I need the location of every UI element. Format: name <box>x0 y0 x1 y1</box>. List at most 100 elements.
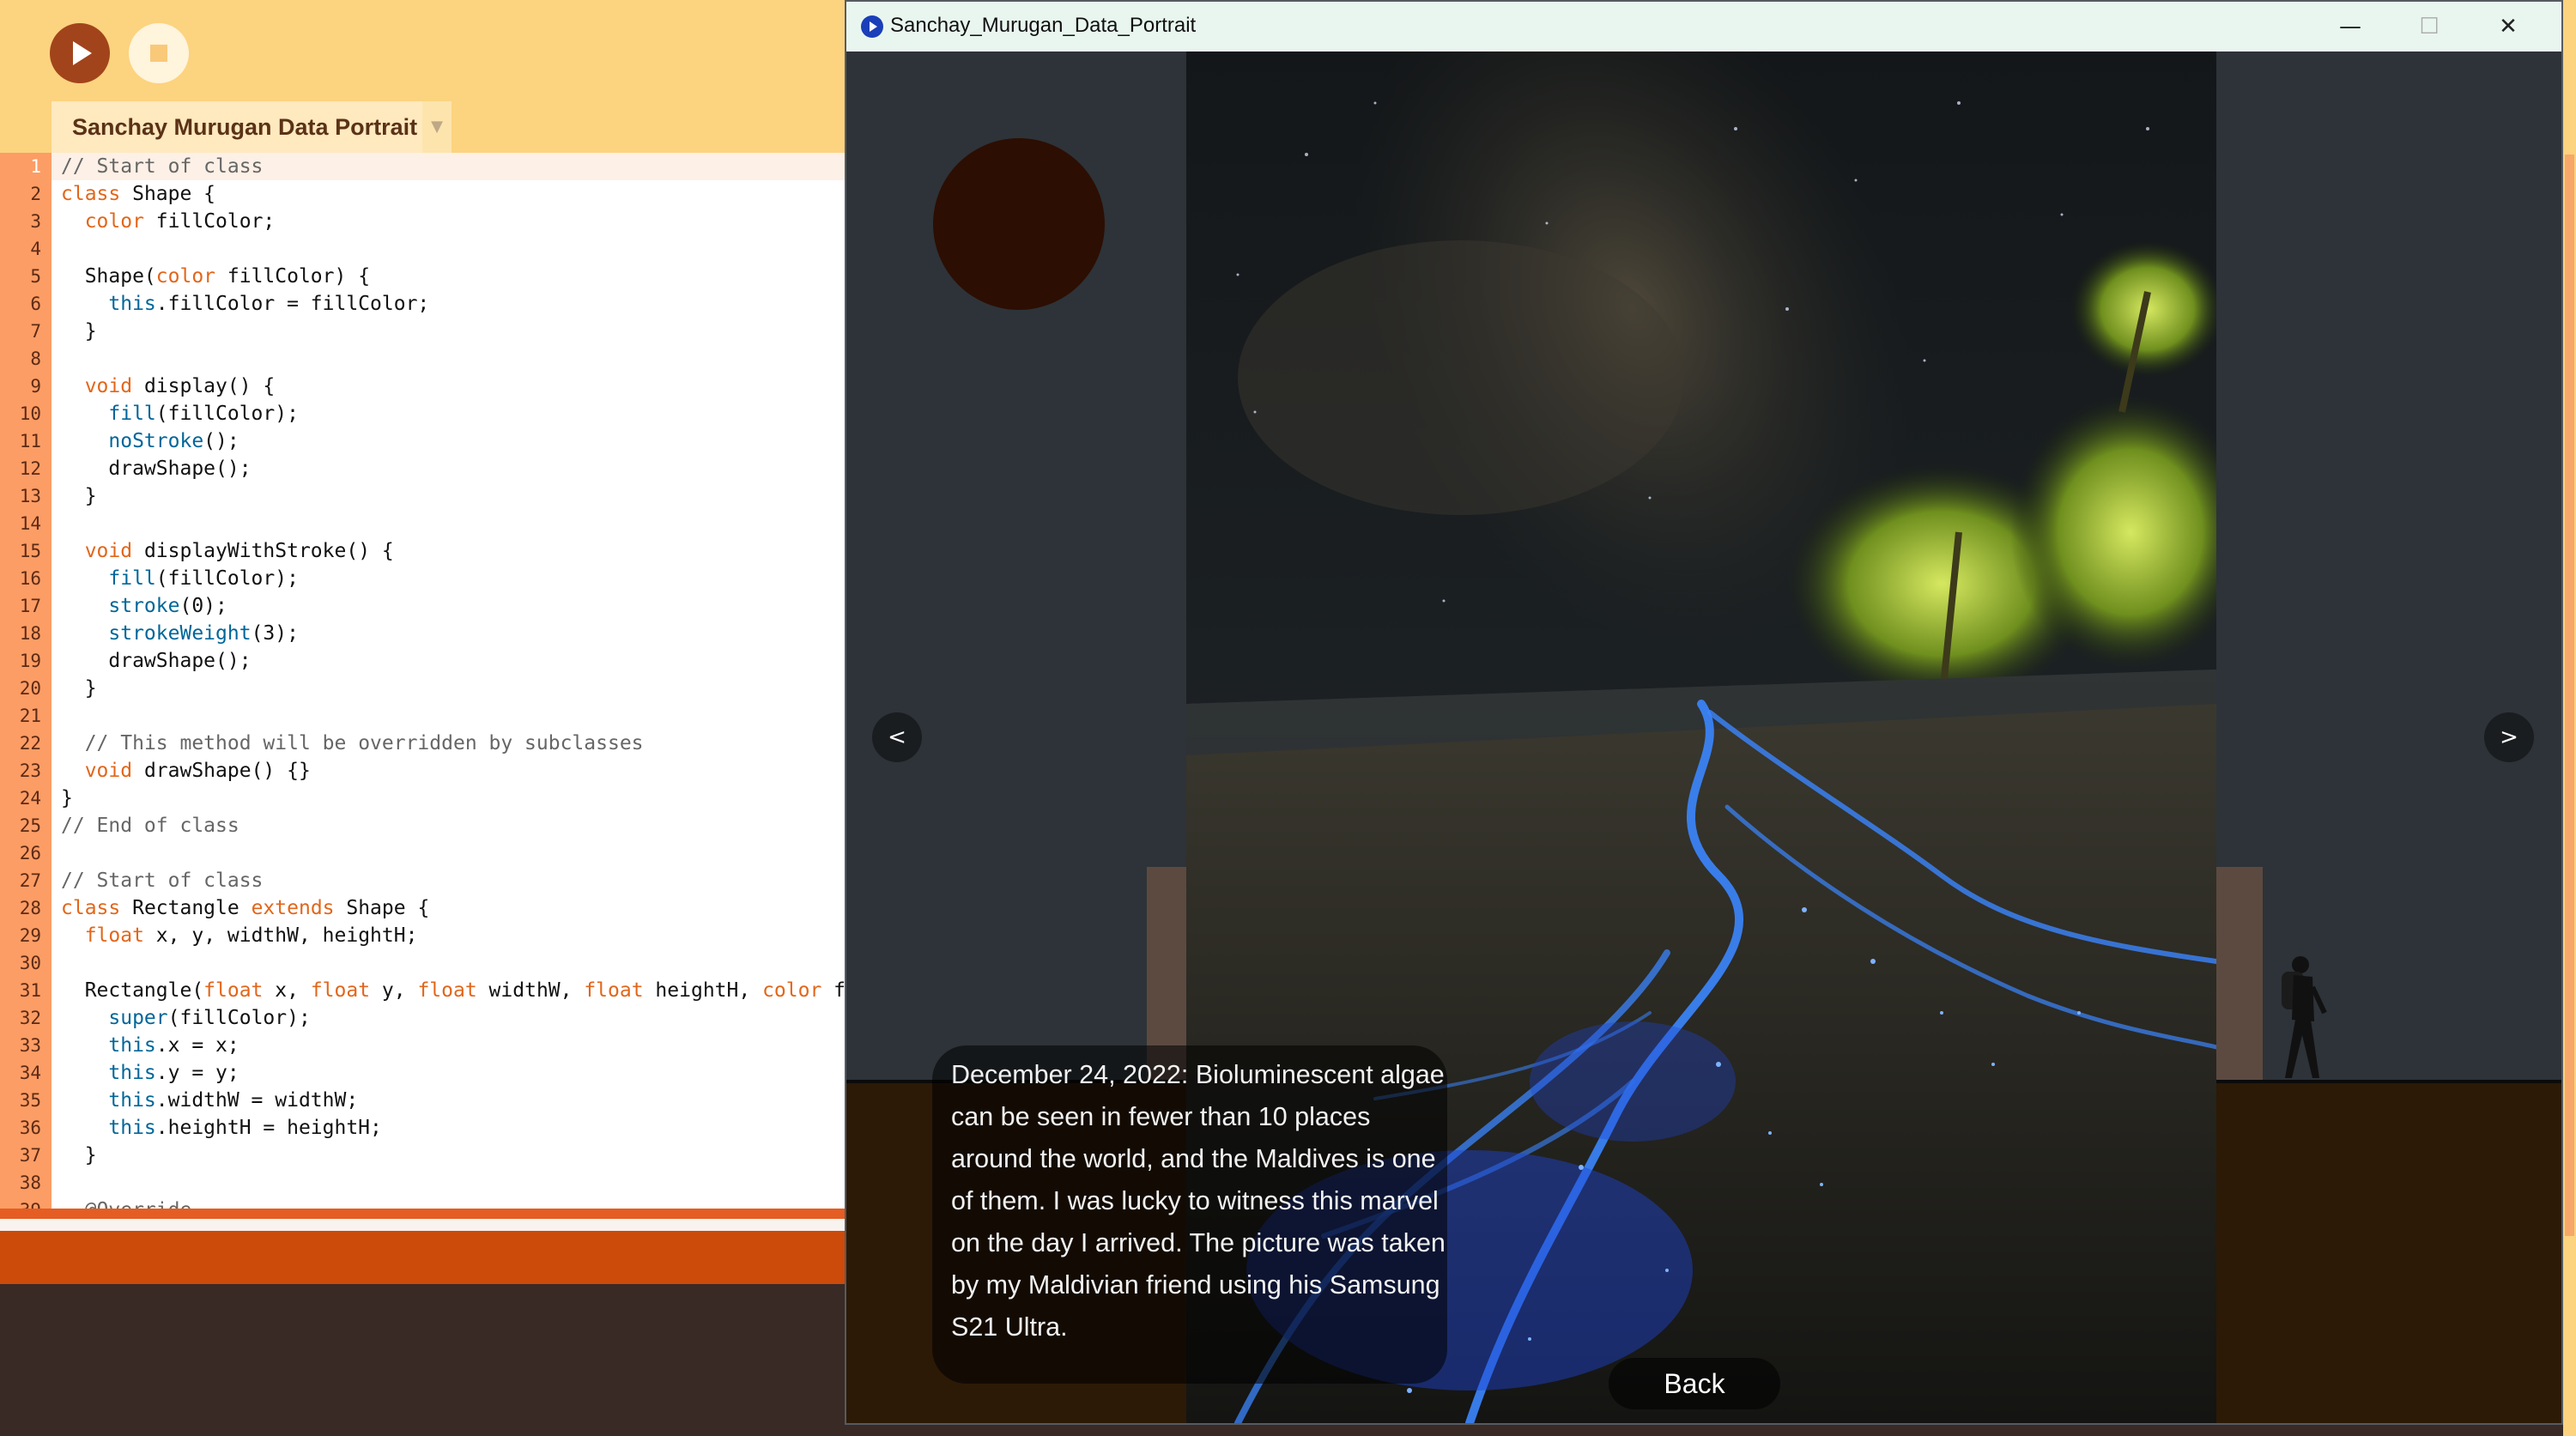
processing-app-icon <box>861 15 883 38</box>
code-line[interactable]: 6 this.fillColor = fillColor; <box>0 290 429 318</box>
stop-button[interactable] <box>129 23 189 83</box>
code-editor[interactable]: 1 // Start of class 2 class Shape {3 color … <box>0 153 858 1209</box>
code-line[interactable]: 26 <box>0 839 41 867</box>
code-text: Rectangle(float x, float y, float widthW… <box>61 979 846 1002</box>
line-number: 28 <box>19 898 41 918</box>
tab-menu-icon[interactable]: ▼ <box>422 101 452 153</box>
line-number: 30 <box>19 953 41 973</box>
line-number: 35 <box>19 1090 41 1111</box>
code-line[interactable]: 38 <box>0 1169 41 1197</box>
close-button[interactable]: ✕ <box>2469 2 2548 52</box>
code-line[interactable]: 23 void drawShape() {} <box>0 757 311 785</box>
previous-button[interactable]: < <box>872 712 922 762</box>
code-line[interactable]: 8 <box>0 345 41 373</box>
line-number: 24 <box>19 788 41 809</box>
line-number: 37 <box>19 1145 41 1166</box>
window-titlebar[interactable]: Sanchay_Murugan_Data_Portrait — ☐ ✕ <box>846 2 2561 52</box>
next-button[interactable]: > <box>2484 712 2534 762</box>
code-line[interactable]: 30 <box>0 949 41 977</box>
line-number: 34 <box>19 1063 41 1083</box>
code-line[interactable]: 39 @Override <box>0 1197 192 1209</box>
code-line[interactable]: 19 drawShape(); <box>0 647 252 675</box>
caption-panel: December 24, 2022: Bioluminescent algae … <box>932 1045 1447 1384</box>
code-text: // Start of class <box>61 155 264 178</box>
code-text: drawShape(); <box>61 457 252 480</box>
code-text: this.heightH = heightH; <box>108 1117 382 1139</box>
code-line[interactable]: 35 this.widthW = widthW; <box>0 1087 358 1114</box>
code-line[interactable]: 16 fill(fillColor); <box>0 565 299 592</box>
line-number: 21 <box>19 706 41 726</box>
line-number: 31 <box>19 980 41 1001</box>
code-line[interactable]: 25 // End of class <box>0 812 239 839</box>
editor-footer <box>0 1219 858 1231</box>
back-button[interactable]: Back <box>1609 1358 1780 1409</box>
code-text: fill(fillColor); <box>108 403 299 425</box>
moon-circle <box>933 138 1105 310</box>
code-text: void displayWithStroke() { <box>84 540 394 562</box>
code-line[interactable]: 14 <box>0 510 41 537</box>
code-line[interactable]: 13 } <box>0 482 97 510</box>
run-button[interactable] <box>50 23 110 83</box>
code-line[interactable]: 24} <box>0 785 73 812</box>
sketch-tab-label: Sanchay Murugan Data Portrait <box>72 114 418 140</box>
sketch-window: Sanchay_Murugan_Data_Portrait — ☐ ✕ < > … <box>845 0 2563 1425</box>
code-line[interactable]: 4 <box>0 235 41 263</box>
code-line[interactable]: 32 super(fillColor); <box>0 1004 311 1032</box>
code-text: void drawShape() {} <box>84 760 311 782</box>
code-text: } <box>61 677 97 700</box>
code-text: float x, y, widthW, heightH; <box>84 924 418 947</box>
sketch-tab[interactable]: Sanchay Murugan Data Portrait <box>52 101 422 153</box>
code-line[interactable]: 1 // Start of class <box>0 153 263 180</box>
code-text: class Rectangle extends Shape { <box>61 897 430 919</box>
code-text: class Shape { <box>61 183 216 205</box>
code-line[interactable]: 18 strokeWeight(3); <box>0 620 299 647</box>
code-text: stroke(0); <box>108 595 227 617</box>
code-line[interactable]: 33 this.x = x; <box>0 1032 239 1059</box>
sketch-canvas[interactable]: < > December 24, 2022: Bioluminescent al… <box>846 52 2561 1423</box>
line-number: 1 <box>30 156 41 177</box>
line-number: 14 <box>19 513 41 534</box>
code-line[interactable]: 22 // This method will be overridden by … <box>0 730 644 757</box>
ide-toolbar: Sanchay Murugan Data Portrait ▼ <box>0 0 858 153</box>
code-line[interactable]: 37 } <box>0 1142 97 1169</box>
maximize-button[interactable]: ☐ <box>2390 2 2469 52</box>
code-line[interactable]: 34 this.y = y; <box>0 1059 239 1087</box>
line-number: 33 <box>19 1035 41 1056</box>
editor-scrollbar[interactable] <box>2565 155 2574 1236</box>
code-line[interactable]: 28 class Rectangle extends Shape { <box>0 894 430 922</box>
code-line[interactable]: 5 Shape(color fillColor) { <box>0 263 370 290</box>
minimize-button[interactable]: — <box>2311 2 2390 52</box>
code-line[interactable]: 3 color fillColor; <box>0 208 275 235</box>
code-line[interactable]: 9 void display() { <box>0 373 275 400</box>
code-line[interactable]: 27 // Start of class <box>0 867 264 894</box>
code-lines: 1 // Start of class 2 class Shape {3 color … <box>0 153 846 1209</box>
line-number: 8 <box>30 348 41 369</box>
code-text: drawShape(); <box>61 650 252 672</box>
line-number: 6 <box>30 294 41 314</box>
line-number: 3 <box>30 211 41 232</box>
code-text: this.x = x; <box>108 1034 239 1057</box>
code-line[interactable]: 11 noStroke(); <box>0 427 239 455</box>
editor-divider[interactable] <box>0 1209 858 1219</box>
code-text: noStroke(); <box>108 430 239 452</box>
line-number: 38 <box>19 1172 41 1193</box>
line-number: 7 <box>30 321 41 342</box>
code-line[interactable]: 12 drawShape(); <box>0 455 252 482</box>
code-line[interactable]: 36 this.heightH = heightH; <box>0 1114 382 1142</box>
line-number: 22 <box>19 733 41 754</box>
console-area <box>0 1284 858 1436</box>
code-line[interactable]: 29 float x, y, widthW, heightH; <box>0 922 418 949</box>
code-line[interactable]: 2 class Shape { <box>0 180 215 208</box>
code-text: // This method will be overridden by sub… <box>84 732 644 754</box>
code-line[interactable]: 15 void displayWithStroke() { <box>0 537 394 565</box>
code-line[interactable]: 31 Rectangle(float x, float y, float wid… <box>0 977 846 1004</box>
code-line[interactable]: 7 } <box>0 318 96 345</box>
code-line[interactable]: 21 <box>0 702 41 730</box>
code-text: color fillColor; <box>84 210 276 233</box>
code-line[interactable]: 20 } <box>0 675 97 702</box>
code-text: Shape(color fillColor) { <box>61 265 371 288</box>
code-line[interactable]: 17 stroke(0); <box>0 592 227 620</box>
code-text: this.widthW = widthW; <box>108 1089 359 1112</box>
line-number: 15 <box>19 541 41 561</box>
code-line[interactable]: 10 fill(fillColor); <box>0 400 299 427</box>
